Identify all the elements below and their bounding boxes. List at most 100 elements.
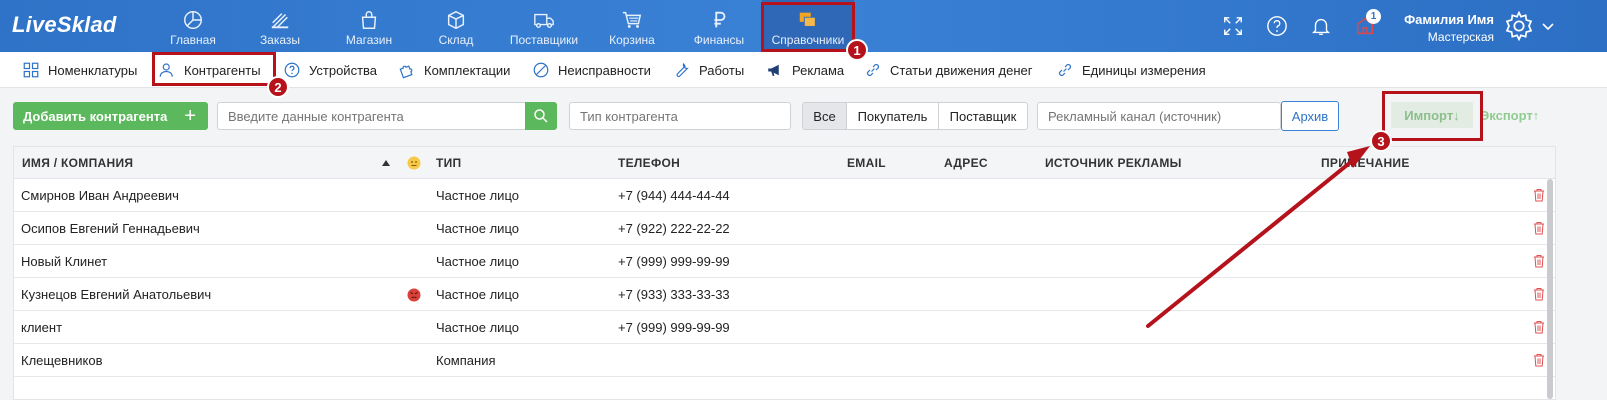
bell-icon[interactable] bbox=[1310, 15, 1332, 37]
subnav-item-ads[interactable]: Реклама bbox=[766, 52, 844, 88]
trash-icon[interactable] bbox=[1533, 353, 1545, 367]
table-row[interactable]: Осипов Евгений Геннадьевич Частное лицо … bbox=[14, 212, 1555, 245]
pie-chart-icon bbox=[184, 11, 202, 29]
highlight-import bbox=[1382, 91, 1483, 141]
cell-phone: +7 (922) 222-22-22 bbox=[618, 221, 730, 236]
table-row[interactable]: Кузнецов Евгений Анатольевич Частное лиц… bbox=[14, 278, 1555, 311]
question-icon bbox=[284, 62, 300, 78]
subnav-item-label: Неисправности bbox=[558, 62, 651, 78]
nav-item-cart[interactable]: Корзина bbox=[602, 0, 662, 52]
shop-bag-icon bbox=[361, 11, 377, 29]
cell-type: Частное лицо bbox=[436, 221, 519, 236]
cell-phone: +7 (933) 333-33-33 bbox=[618, 287, 730, 302]
filter-supplier[interactable]: Поставщик bbox=[939, 103, 1027, 129]
trash-icon[interactable] bbox=[1533, 188, 1545, 202]
puzzle-icon bbox=[399, 65, 413, 79]
mood-angry-icon bbox=[407, 288, 421, 302]
settings-gear-icon[interactable] bbox=[1503, 10, 1535, 42]
link-icon bbox=[1058, 63, 1072, 77]
column-header-note[interactable]: ПРИМЕЧАНИЕ bbox=[1321, 147, 1410, 179]
trash-icon[interactable] bbox=[1533, 254, 1545, 268]
ad-channel-select[interactable] bbox=[1037, 102, 1281, 130]
nav-item-label: Магазин bbox=[345, 33, 393, 47]
cell-name: Смирнов Иван Андреевич bbox=[21, 188, 179, 203]
trash-icon[interactable] bbox=[1533, 221, 1545, 235]
trash-icon[interactable] bbox=[1533, 320, 1545, 334]
contractor-type-select[interactable] bbox=[569, 102, 791, 130]
subnav-item-label: Работы bbox=[699, 62, 745, 78]
subnav-item-label: Комплектации bbox=[424, 62, 511, 78]
table-row[interactable]: клиент Частное лицо +7 (999) 999-99-99 bbox=[14, 311, 1555, 344]
help-icon[interactable] bbox=[1266, 15, 1288, 37]
column-header-ad-source[interactable]: ИСТОЧНИК РЕКЛАМЫ bbox=[1045, 147, 1182, 179]
nav-item-orders[interactable]: Заказы bbox=[250, 0, 310, 52]
notification-count-badge: 1 bbox=[1366, 9, 1381, 24]
filter-buyer[interactable]: Покупатель bbox=[847, 103, 939, 129]
subnav-item-nomenclature[interactable]: Номенклатуры bbox=[22, 52, 137, 88]
column-header-phone[interactable]: ТЕЛЕФОН bbox=[618, 147, 680, 179]
subnav-item-label: Номенклатуры bbox=[48, 62, 138, 78]
ruble-icon bbox=[714, 11, 726, 28]
table-scrollbar[interactable] bbox=[1547, 179, 1553, 399]
filter-all[interactable]: Все bbox=[803, 103, 847, 129]
nav-item-label: Финансы bbox=[693, 33, 745, 47]
cell-type: Частное лицо bbox=[436, 320, 519, 335]
user-menu[interactable]: Фамилия Имя Мастерская bbox=[1390, 12, 1494, 44]
search-icon bbox=[534, 109, 548, 123]
trash-icon[interactable] bbox=[1533, 287, 1545, 301]
annotation-marker-3: 3 bbox=[1370, 130, 1392, 152]
subnav-item-faults[interactable]: Неисправности bbox=[532, 52, 651, 88]
table-header: ИМЯ / КОМПАНИЯ ТИП ТЕЛЕФОН EMAIL АДРЕС И… bbox=[14, 147, 1555, 179]
highlight-reference-books bbox=[761, 2, 855, 52]
nav-item-shop[interactable]: Магазин bbox=[338, 0, 400, 52]
fullscreen-icon[interactable] bbox=[1222, 15, 1244, 37]
table-row[interactable]: Клещевников Компания bbox=[14, 344, 1555, 377]
contractor-search-input[interactable] bbox=[217, 102, 526, 130]
table-row[interactable]: Смирнов Иван Андреевич Частное лицо +7 (… bbox=[14, 179, 1555, 212]
highlight-contractors bbox=[152, 52, 276, 86]
add-contractor-button[interactable]: Добавить контрагента + bbox=[13, 102, 208, 130]
subnav-item-works[interactable]: Работы bbox=[673, 52, 744, 88]
app-logo[interactable]: LiveSklad bbox=[12, 12, 117, 38]
export-button[interactable]: Экспорт↑ bbox=[1480, 102, 1560, 128]
nav-item-warehouse[interactable]: Склад bbox=[426, 0, 486, 52]
plus-icon: + bbox=[184, 105, 196, 127]
nomenclature-icon bbox=[23, 62, 39, 78]
subnav-item-label: Устройства bbox=[309, 62, 378, 78]
chevron-down-icon[interactable] bbox=[1542, 22, 1554, 32]
column-header-address[interactable]: АДРЕС bbox=[944, 147, 988, 179]
cell-type: Частное лицо bbox=[436, 287, 519, 302]
subnav-item-cash-flow-items[interactable]: Статьи движения денег bbox=[864, 52, 1032, 88]
column-header-type[interactable]: ТИП bbox=[436, 147, 461, 179]
subnav-item-label: Статьи движения денег bbox=[890, 62, 1033, 78]
cell-name: Осипов Евгений Геннадьевич bbox=[21, 221, 200, 236]
table-row[interactable]: Новый Клинет Частное лицо +7 (999) 999-9… bbox=[14, 245, 1555, 278]
archive-button[interactable]: Архив bbox=[1281, 101, 1339, 131]
subnav-item-devices[interactable]: Устройства bbox=[283, 52, 377, 88]
nav-item-label: Заказы bbox=[259, 33, 301, 47]
contractors-table: ИМЯ / КОМПАНИЯ ТИП ТЕЛЕФОН EMAIL АДРЕС И… bbox=[13, 146, 1556, 400]
megaphone-icon bbox=[768, 64, 779, 76]
cart-icon bbox=[622, 11, 642, 28]
cell-phone: +7 (944) 444-44-44 bbox=[618, 188, 730, 203]
nav-item-main[interactable]: Главная bbox=[162, 0, 224, 52]
user-name: Фамилия Имя bbox=[1404, 12, 1494, 27]
link-icon bbox=[866, 63, 880, 77]
box-icon bbox=[447, 10, 465, 30]
sort-asc-icon[interactable] bbox=[382, 160, 390, 166]
column-header-email[interactable]: EMAIL bbox=[847, 147, 886, 179]
subnav-item-units[interactable]: Единицы измерения bbox=[1056, 52, 1206, 88]
nav-item-finance[interactable]: Финансы bbox=[688, 0, 750, 52]
add-contractor-label: Добавить контрагента bbox=[23, 108, 168, 124]
wrench-icon bbox=[676, 62, 689, 78]
column-header-name[interactable]: ИМЯ / КОМПАНИЯ bbox=[22, 147, 133, 179]
subnav-item-kits[interactable]: Комплектации bbox=[398, 52, 510, 88]
cell-type: Компания bbox=[436, 353, 496, 368]
subnav-item-label: Единицы измерения bbox=[1082, 62, 1206, 78]
mood-neutral-icon[interactable] bbox=[407, 156, 421, 170]
nav-item-label: Поставщики bbox=[509, 33, 579, 47]
nav-item-suppliers[interactable]: Поставщики bbox=[505, 0, 583, 52]
cell-type: Частное лицо bbox=[436, 188, 519, 203]
search-button[interactable] bbox=[525, 102, 557, 130]
forbidden-icon bbox=[533, 62, 549, 78]
